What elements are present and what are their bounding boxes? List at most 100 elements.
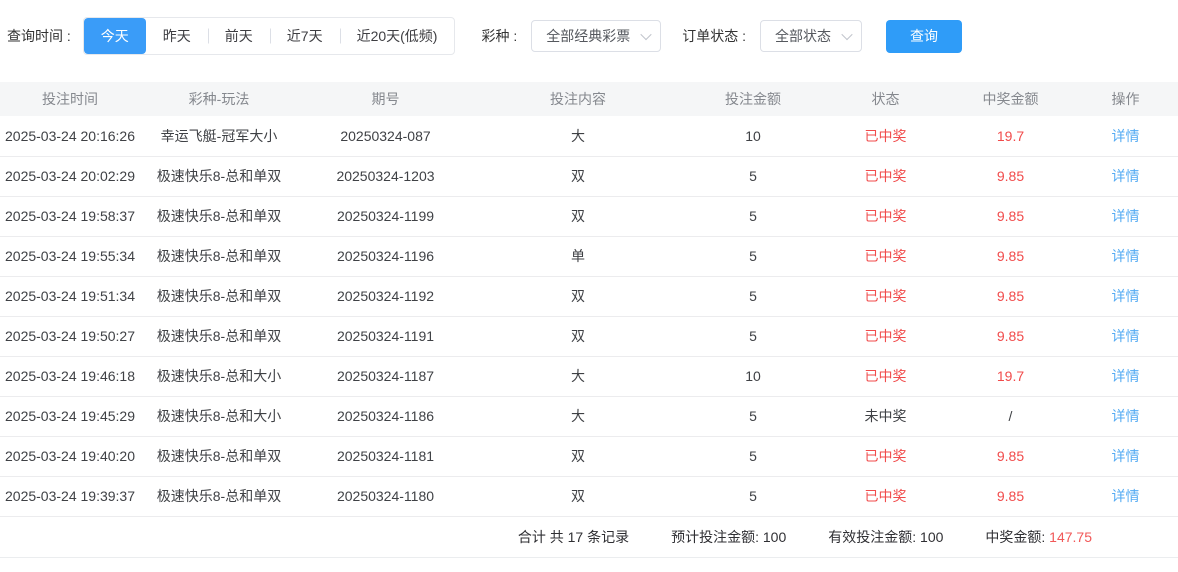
bet-time-cell: 2025-03-24 19:55:34 — [0, 236, 140, 277]
time-filter-yesterday[interactable]: 昨天 — [146, 18, 208, 54]
table-header-row: 投注时间 彩种-玩法 期号 投注内容 投注金额 状态 中奖金额 操作 — [0, 82, 1178, 116]
game-play-cell: 极速快乐8-总和单双 — [140, 476, 298, 517]
table-row: 2025-03-24 19:39:37 极速快乐8-总和单双 20250324-11… — [0, 476, 1178, 517]
issue-cell: 20250324-1181 — [298, 436, 473, 477]
time-filter-day-before[interactable]: 前天 — [208, 18, 270, 54]
status-cell: 已中奖 — [823, 236, 948, 277]
col-header-action: 操作 — [1073, 82, 1178, 116]
detail-link[interactable]: 详情 — [1112, 128, 1140, 144]
game-play-cell: 极速快乐8-总和单双 — [140, 316, 298, 357]
summary-bar: 合计 共 17 条记录 预计投注金额: 100 有效投注金额: 100 中奖金额… — [0, 517, 1178, 557]
valid-bet-amount: 有效投注金额: 100 — [828, 527, 943, 547]
time-filter-last-20-days[interactable]: 近20天(低频) — [340, 18, 455, 54]
detail-link[interactable]: 详情 — [1112, 368, 1140, 384]
game-play-cell: 极速快乐8-总和单双 — [140, 236, 298, 277]
detail-link[interactable]: 详情 — [1112, 488, 1140, 504]
detail-link[interactable]: 详情 — [1112, 448, 1140, 464]
bet-content-cell: 双 — [473, 436, 683, 477]
bet-amount-cell: 10 — [683, 116, 823, 157]
bet-content-cell: 大 — [473, 356, 683, 397]
status-cell: 已中奖 — [823, 116, 948, 157]
expected-bet-amount: 预计投注金额: 100 — [671, 527, 786, 547]
detail-link[interactable]: 详情 — [1112, 328, 1140, 344]
order-status-value: 全部状态 — [775, 28, 832, 44]
bet-amount-cell: 5 — [683, 436, 823, 477]
bet-time-cell: 2025-03-24 19:51:34 — [0, 276, 140, 317]
col-header-prize: 中奖金额 — [948, 82, 1073, 116]
status-cell: 已中奖 — [823, 356, 948, 397]
bet-amount-cell: 5 — [683, 396, 823, 437]
bet-content-cell: 双 — [473, 316, 683, 357]
action-cell: 详情 — [1073, 236, 1178, 277]
total-prize-amount: 中奖金额: 147.75 — [985, 527, 1092, 547]
bet-amount-cell: 5 — [683, 196, 823, 237]
table-row: 2025-03-24 19:50:27 极速快乐8-总和单双 20250324-11… — [0, 316, 1178, 357]
records-section: 投注时间 彩种-玩法 期号 投注内容 投注金额 状态 中奖金额 操作 2025-… — [0, 82, 1178, 558]
time-filter-today[interactable]: 今天 — [83, 18, 146, 54]
detail-link[interactable]: 详情 — [1112, 408, 1140, 424]
col-header-bet-content: 投注内容 — [473, 82, 683, 116]
table-row: 2025-03-24 19:46:18 极速快乐8-总和大小 20250324-11… — [0, 356, 1178, 397]
bet-amount-cell: 5 — [683, 156, 823, 197]
table-row: 2025-03-24 19:45:29 极速快乐8-总和大小 20250324-11… — [0, 396, 1178, 437]
bet-content-cell: 大 — [473, 116, 683, 157]
action-cell: 详情 — [1073, 316, 1178, 357]
game-play-cell: 幸运飞艇-冠军大小 — [140, 116, 298, 157]
bet-time-cell: 2025-03-24 20:16:26 — [0, 116, 140, 157]
bet-time-cell: 2025-03-24 19:39:37 — [0, 476, 140, 517]
bottom-divider — [0, 556, 1178, 558]
detail-link[interactable]: 详情 — [1112, 288, 1140, 304]
records-table: 投注时间 彩种-玩法 期号 投注内容 投注金额 状态 中奖金额 操作 2025-… — [0, 82, 1178, 517]
status-cell: 已中奖 — [823, 436, 948, 477]
action-cell: 详情 — [1073, 356, 1178, 397]
prize-cell: 9.85 — [948, 236, 1073, 277]
prize-cell: 9.85 — [948, 276, 1073, 317]
expected-bet-amount-value: 100 — [762, 528, 787, 545]
col-header-bet-time: 投注时间 — [0, 82, 140, 116]
order-status-select[interactable]: 全部状态 — [760, 20, 863, 52]
status-cell: 已中奖 — [823, 476, 948, 517]
lottery-type-label: 彩种 : — [481, 28, 518, 44]
status-cell: 未中奖 — [823, 396, 948, 437]
bet-content-cell: 双 — [473, 476, 683, 517]
game-play-cell: 极速快乐8-总和单双 — [140, 436, 298, 477]
issue-cell: 20250324-1180 — [298, 476, 473, 517]
valid-bet-amount-value: 100 — [920, 528, 944, 545]
bet-amount-cell: 5 — [683, 476, 823, 517]
status-cell: 已中奖 — [823, 316, 948, 357]
time-filter-label: 查询时间 : — [7, 28, 71, 44]
table-row: 2025-03-24 20:16:26 幸运飞艇-冠军大小 20250324-087… — [0, 116, 1178, 157]
lottery-type-select[interactable]: 全部经典彩票 — [531, 20, 662, 52]
bet-amount-cell: 5 — [683, 276, 823, 317]
time-filter-last-7-days[interactable]: 近7天 — [270, 18, 340, 54]
action-cell: 详情 — [1073, 156, 1178, 197]
bet-time-cell: 2025-03-24 19:45:29 — [0, 396, 140, 437]
col-header-status: 状态 — [823, 82, 948, 116]
total-prize-value: 147.75 — [1049, 528, 1092, 545]
bet-time-cell: 2025-03-24 19:58:37 — [0, 196, 140, 237]
issue-cell: 20250324-1191 — [298, 316, 473, 357]
issue-cell: 20250324-1203 — [298, 156, 473, 197]
game-play-cell: 极速快乐8-总和大小 — [140, 396, 298, 437]
query-button[interactable]: 查询 — [886, 19, 963, 53]
issue-cell: 20250324-087 — [298, 116, 473, 157]
order-status-label: 订单状态 : — [682, 28, 747, 44]
status-cell: 已中奖 — [823, 196, 948, 237]
game-play-cell: 极速快乐8-总和单双 — [140, 276, 298, 317]
col-header-bet-amount: 投注金额 — [683, 82, 823, 116]
detail-link[interactable]: 详情 — [1112, 248, 1140, 264]
bet-content-cell: 双 — [473, 196, 683, 237]
table-row: 2025-03-24 19:55:34 极速快乐8-总和单双 20250324-11… — [0, 236, 1178, 277]
detail-link[interactable]: 详情 — [1112, 168, 1140, 184]
bet-time-cell: 2025-03-24 19:40:20 — [0, 436, 140, 477]
prize-cell: / — [948, 396, 1073, 437]
prize-cell: 9.85 — [948, 196, 1073, 237]
prize-cell: 9.85 — [948, 156, 1073, 197]
table-row: 2025-03-24 19:51:34 极速快乐8-总和单双 20250324-11… — [0, 276, 1178, 317]
valid-bet-amount-label: 有效投注金额: — [828, 528, 917, 545]
issue-cell: 20250324-1186 — [298, 396, 473, 437]
bet-content-cell: 单 — [473, 236, 683, 277]
detail-link[interactable]: 详情 — [1112, 208, 1140, 224]
action-cell: 详情 — [1073, 196, 1178, 237]
bet-content-cell: 双 — [473, 276, 683, 317]
